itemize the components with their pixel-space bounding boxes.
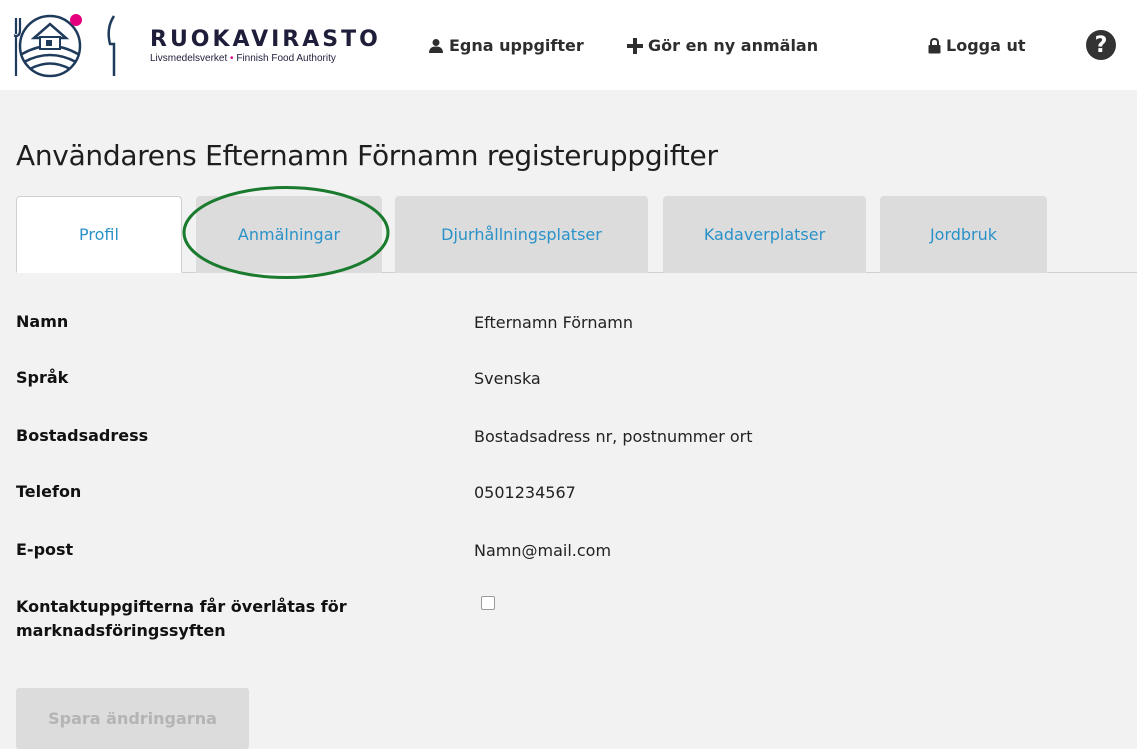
- new-notification-link[interactable]: Gör en ny anmälan: [627, 36, 818, 55]
- save-changes-label: Spara ändringarna: [48, 709, 217, 728]
- name-label: Namn: [16, 312, 69, 331]
- tab-jordbruk[interactable]: Jordbruk: [880, 196, 1047, 273]
- own-details-link[interactable]: Egna uppgifter: [428, 36, 584, 55]
- consent-label-line1: Kontaktuppgifterna får överlåtas för: [16, 597, 347, 616]
- address-value: Bostadsadress nr, postnummer ort: [474, 427, 753, 446]
- brand-subtitle-left: Livsmedelsverket: [150, 53, 228, 64]
- own-details-label: Egna uppgifter: [449, 36, 584, 55]
- language-value: Svenska: [474, 369, 541, 388]
- plus-icon: [627, 37, 643, 54]
- tab-profil-label: Profil: [79, 225, 119, 244]
- tab-profil[interactable]: Profil: [16, 196, 182, 273]
- tab-kadaverplatser[interactable]: Kadaverplatser: [663, 196, 866, 273]
- site-header: RUOKAVIRASTO Livsmedelsverket • Finnish …: [0, 0, 1137, 90]
- phone-label: Telefon: [16, 482, 82, 501]
- tab-kadaverplatser-label: Kadaverplatser: [703, 225, 826, 244]
- brand-subtitle: Livsmedelsverket • Finnish Food Authorit…: [150, 53, 381, 64]
- consent-label: Kontaktuppgifterna får överlåtas för mar…: [16, 595, 347, 643]
- brand-subtitle-dot: •: [230, 53, 234, 64]
- email-label: E-post: [16, 540, 74, 559]
- brand-wordmark[interactable]: RUOKAVIRASTO Livsmedelsverket • Finnish …: [150, 27, 381, 65]
- new-notification-label: Gör en ny anmälan: [648, 36, 819, 55]
- lock-icon: [928, 37, 941, 53]
- tab-anmalningar-label: Anmälningar: [237, 225, 341, 244]
- tab-anmalningar[interactable]: Anmälningar: [196, 196, 382, 273]
- address-label: Bostadsadress: [16, 426, 149, 445]
- page-title: Användarens Efternamn Förnamn registerup…: [16, 139, 718, 172]
- user-icon: [429, 38, 443, 53]
- tab-djurhallningsplatser-label: Djurhållningsplatser: [441, 225, 602, 244]
- tab-djurhallningsplatser[interactable]: Djurhållningsplatser: [395, 196, 648, 273]
- logout-link[interactable]: Logga ut: [928, 36, 1026, 55]
- tab-jordbruk-label: Jordbruk: [929, 225, 998, 244]
- ruokavirasto-logo-icon[interactable]: [14, 8, 124, 80]
- brand-subtitle-right: Finnish Food Authority: [236, 53, 336, 64]
- name-value: Efternamn Förnamn: [474, 313, 634, 332]
- consent-label-line2: marknadsföringssyften: [16, 621, 226, 640]
- brand-name: RUOKAVIRASTO: [150, 27, 381, 52]
- marketing-consent-checkbox[interactable]: [481, 596, 495, 610]
- help-icon[interactable]: ?: [1086, 30, 1116, 60]
- phone-value: 0501234567: [474, 483, 576, 502]
- logout-label: Logga ut: [946, 36, 1026, 55]
- email-value: Namn@mail.com: [474, 541, 612, 560]
- save-changes-button[interactable]: Spara ändringarna: [16, 688, 249, 749]
- language-label: Språk: [16, 368, 69, 387]
